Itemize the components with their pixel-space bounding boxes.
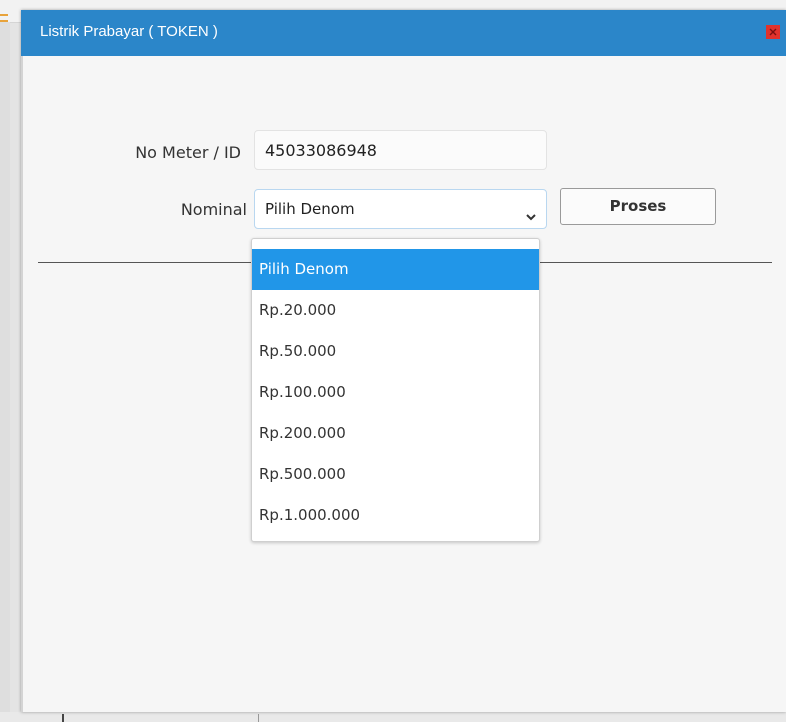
dropdown-option[interactable]: Rp.500.000 — [252, 454, 539, 495]
dropdown-option[interactable]: Rp.50.000 — [252, 331, 539, 372]
background-bottom-mark — [62, 714, 64, 722]
background-left-strip — [0, 22, 10, 722]
close-button[interactable] — [766, 25, 780, 39]
dropdown-option[interactable]: Rp.20.000 — [252, 290, 539, 331]
dropdown-option[interactable]: Rp.1.000.000 — [252, 495, 539, 536]
dialog-titlebar: Listrik Prabayar ( TOKEN ) — [21, 10, 786, 56]
proses-button[interactable]: Proses — [560, 188, 716, 225]
dialog-title: Listrik Prabayar ( TOKEN ) — [40, 23, 218, 40]
dropdown-option[interactable]: Pilih Denom — [252, 249, 539, 290]
chevron-down-icon — [526, 206, 536, 225]
nominal-selected-value: Pilih Denom — [265, 200, 355, 218]
background-bottom-mark — [258, 714, 259, 722]
dialog-border — [21, 56, 23, 712]
dropdown-option[interactable]: Rp.100.000 — [252, 372, 539, 413]
nominal-dropdown-list: Pilih Denom Rp.20.000 Rp.50.000 Rp.100.0… — [251, 238, 540, 542]
token-dialog: Listrik Prabayar ( TOKEN ) No Meter / ID… — [21, 10, 786, 712]
meter-id-label: No Meter / ID — [135, 143, 241, 162]
background-bottom-bar — [0, 712, 786, 722]
nominal-label: Nominal — [180, 200, 247, 219]
dropdown-option[interactable]: Rp.200.000 — [252, 413, 539, 454]
nominal-select[interactable]: Pilih Denom — [254, 189, 547, 229]
meter-id-input[interactable] — [254, 130, 547, 170]
close-icon — [769, 28, 777, 36]
